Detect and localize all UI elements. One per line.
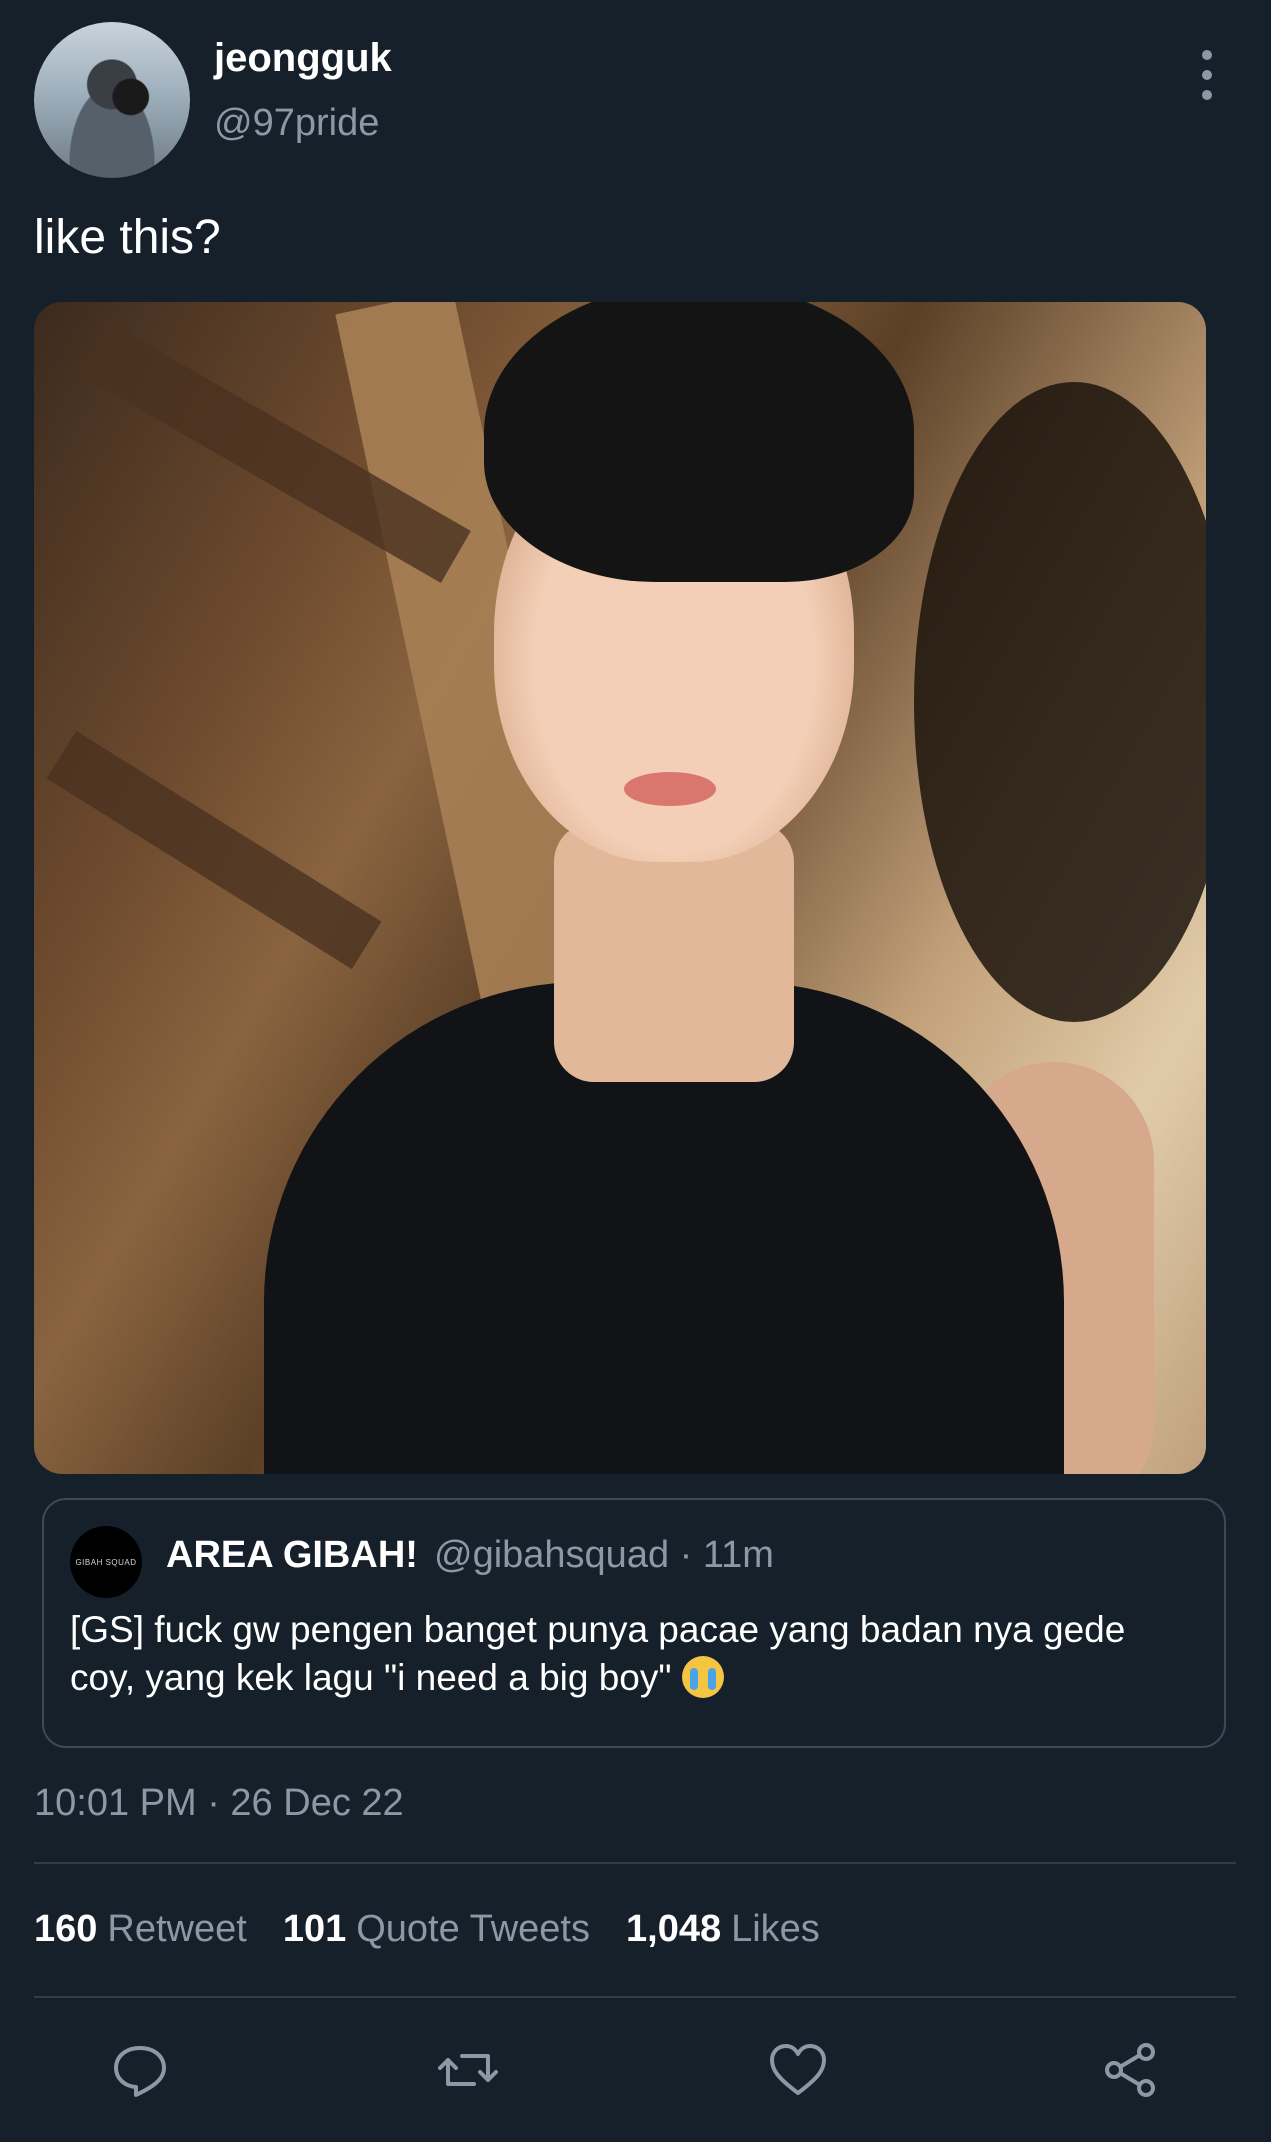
heart-icon[interactable] <box>768 2040 828 2100</box>
likes-label[interactable]: Likes <box>731 1908 820 1950</box>
tweet-text: like this? <box>34 211 221 264</box>
quotes-label[interactable]: Quote Tweets <box>356 1908 590 1950</box>
divider <box>34 1996 1236 1998</box>
quoted-tweet[interactable]: GIBAH SQUAD AREA GIBAH! @gibahsquad · 11… <box>42 1498 1226 1748</box>
retweets-count[interactable]: 160 <box>34 1908 97 1950</box>
author-avatar[interactable] <box>34 22 190 178</box>
tweet-photo[interactable] <box>34 302 1206 1474</box>
quoted-name: AREA GIBAH! <box>166 1534 418 1576</box>
quoted-text: [GS] fuck gw pengen banget punya pacae y… <box>70 1606 1190 1702</box>
tweet-timestamp[interactable]: 10:01 PM · 26 Dec 22 <box>34 1782 404 1825</box>
quoted-text-body: [GS] fuck gw pengen banget punya pacae y… <box>70 1609 1126 1698</box>
retweet-icon[interactable] <box>438 2040 498 2100</box>
action-bar <box>0 2040 1271 2100</box>
loudly-crying-face-icon <box>681 1656 724 1698</box>
author-name[interactable]: jeongguk <box>214 36 392 81</box>
reply-icon[interactable] <box>110 2040 170 2100</box>
retweets-label[interactable]: Retweet <box>107 1908 246 1950</box>
likes-count[interactable]: 1,048 <box>626 1908 721 1950</box>
more-vertical-icon[interactable] <box>1190 50 1224 100</box>
divider <box>34 1862 1236 1864</box>
share-icon[interactable] <box>1100 2040 1160 2100</box>
tweet-stats: 160 Retweet 101 Quote Tweets 1,048 Likes <box>34 1908 856 1951</box>
quotes-count[interactable]: 101 <box>283 1908 346 1950</box>
author-handle[interactable]: @97pride <box>214 102 379 145</box>
quoted-avatar[interactable]: GIBAH SQUAD <box>70 1526 142 1598</box>
quoted-handle-time: @gibahsquad · 11m <box>434 1534 774 1576</box>
